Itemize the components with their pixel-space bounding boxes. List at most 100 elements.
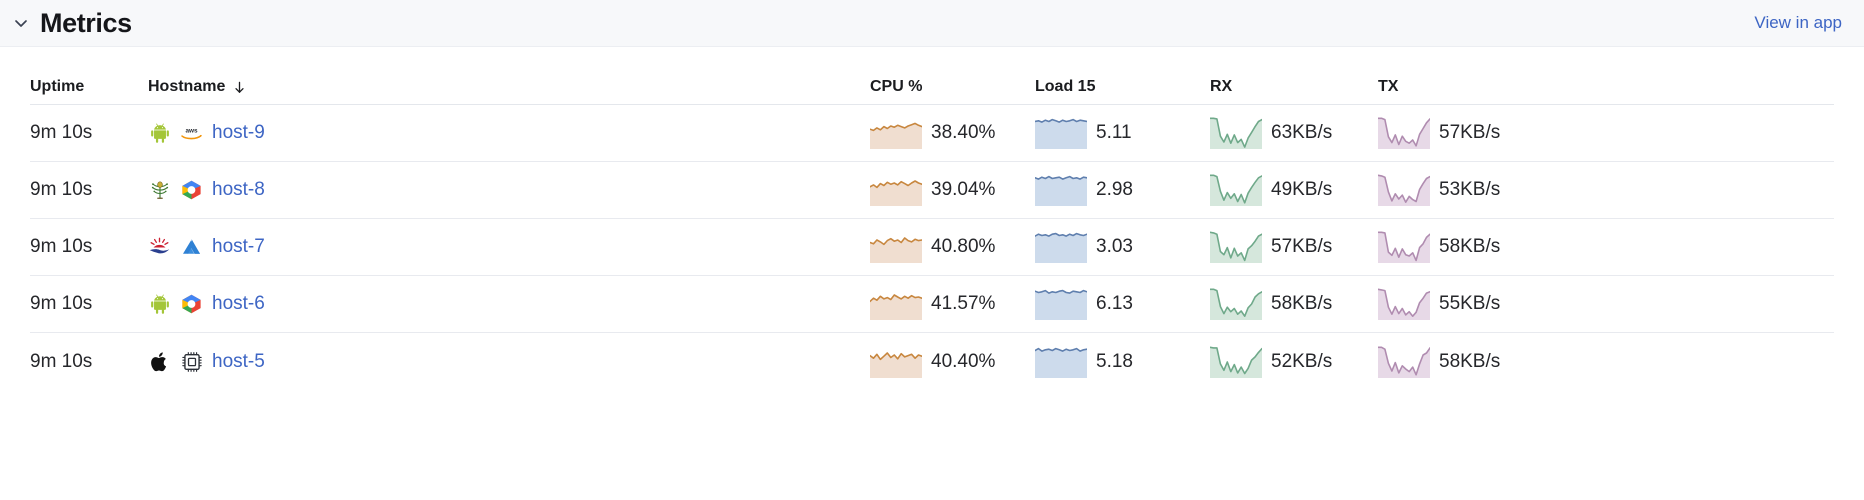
cell-load15: 2.98 (1035, 174, 1210, 206)
cell-load15-metric: 3.03 (1035, 231, 1133, 263)
cell-cpu-metric: 40.40% (870, 346, 995, 378)
cell-cpu-metric: 39.04% (870, 174, 995, 206)
android-icon (148, 293, 171, 316)
arrow-down-icon (232, 80, 247, 95)
column-header-cpu[interactable]: CPU % (870, 78, 1035, 96)
table-header-row: Uptime Hostname CPU % Load 15 RX TX (30, 47, 1834, 105)
cell-cpu-sparkline (870, 346, 922, 378)
cell-hostname: host-8 (148, 179, 870, 202)
cell-hostname: host-5 (148, 350, 870, 373)
cell-cpu-metric: 38.40% (870, 117, 995, 149)
cell-cpu: 41.57% (870, 288, 1035, 320)
host-cell: host-6 (148, 293, 265, 316)
cell-cpu-value: 39.04% (931, 179, 996, 200)
column-header-hostname[interactable]: Hostname (148, 78, 870, 96)
uptime-value: 9m 10s (30, 350, 93, 372)
cell-tx-value: 57KB/s (1439, 122, 1501, 143)
cell-rx-sparkline (1210, 346, 1262, 378)
column-header-rx[interactable]: RX (1210, 78, 1378, 96)
view-in-app-link[interactable]: View in app (1754, 13, 1842, 33)
android-icon (148, 122, 171, 145)
cell-cpu-metric: 40.80% (870, 231, 995, 263)
cell-tx: 58KB/s (1378, 346, 1546, 378)
host-cell: aws host-9 (148, 122, 265, 145)
cell-cpu-value: 38.40% (931, 122, 996, 143)
cell-tx-metric: 55KB/s (1378, 288, 1500, 320)
cell-cpu-value: 40.80% (931, 236, 996, 257)
cell-tx-metric: 58KB/s (1378, 346, 1500, 378)
cell-rx-sparkline (1210, 288, 1262, 320)
cell-hostname: host-7 (148, 236, 870, 259)
column-header-uptime[interactable]: Uptime (30, 78, 148, 96)
cell-tx-value: 58KB/s (1439, 236, 1501, 257)
table-row[interactable]: 9m 10s host-7 40.80% 3.03 57KB/s 58KB/s (30, 219, 1834, 276)
hostname-link[interactable]: host-7 (212, 236, 265, 258)
hostname-link[interactable]: host-6 (212, 293, 265, 315)
freebsd-daemon-icon (148, 179, 171, 202)
cell-cpu-metric: 41.57% (870, 288, 995, 320)
column-header-load15[interactable]: Load 15 (1035, 78, 1210, 96)
cell-tx-value: 55KB/s (1439, 293, 1501, 314)
cell-tx-value: 53KB/s (1439, 179, 1501, 200)
cell-rx-value: 58KB/s (1271, 293, 1333, 314)
cell-tx: 58KB/s (1378, 231, 1546, 263)
uptime-value: 9m 10s (30, 236, 93, 257)
cell-rx: 52KB/s (1210, 346, 1378, 378)
cell-rx-metric: 49KB/s (1210, 174, 1332, 206)
cell-uptime: 9m 10s (30, 351, 148, 373)
cell-load15-sparkline (1035, 231, 1087, 263)
cell-rx: 63KB/s (1210, 117, 1378, 149)
cell-rx-sparkline (1210, 117, 1262, 149)
page-title: Metrics (40, 7, 132, 38)
cell-tx-sparkline (1378, 117, 1430, 149)
cell-cpu-sparkline (870, 288, 922, 320)
hostname-link[interactable]: host-5 (212, 351, 265, 373)
cell-load15-metric: 6.13 (1035, 288, 1133, 320)
azure-icon (180, 236, 203, 259)
svg-text:aws: aws (185, 127, 198, 134)
cell-load15-value: 5.18 (1096, 350, 1133, 372)
cell-load15: 5.11 (1035, 117, 1210, 149)
host-cell: host-5 (148, 350, 265, 373)
cell-rx: 49KB/s (1210, 174, 1378, 206)
cell-cpu-sparkline (870, 117, 922, 149)
column-header-tx[interactable]: TX (1378, 78, 1546, 96)
cell-rx-value: 49KB/s (1271, 179, 1333, 200)
google-cloud-icon (180, 179, 203, 202)
cell-rx-metric: 57KB/s (1210, 231, 1332, 263)
cell-load15-value: 3.03 (1096, 236, 1133, 257)
cell-tx: 55KB/s (1378, 288, 1546, 320)
table-row[interactable]: 9m 10s host-5 40.40% 5.18 52KB/s 58KB/s (30, 333, 1834, 390)
cell-tx-value: 58KB/s (1439, 350, 1501, 372)
table-row[interactable]: 9m 10s (30, 162, 1834, 219)
panel-header: Metrics View in app (0, 0, 1864, 47)
cell-tx-sparkline (1378, 231, 1430, 263)
cell-cpu-sparkline (870, 174, 922, 206)
cell-tx-sparkline (1378, 346, 1430, 378)
cell-load15-sparkline (1035, 346, 1087, 378)
cell-rx-metric: 52KB/s (1210, 346, 1332, 378)
metrics-panel: Metrics View in app Uptime Hostname CPU … (0, 0, 1864, 500)
chevron-down-icon[interactable] (10, 12, 32, 34)
table-row[interactable]: 9m 10s aws host-9 38.40% 5.11 63KB/s 57K… (30, 105, 1834, 162)
uptime-value: 9m 10s (30, 122, 93, 143)
cell-rx: 57KB/s (1210, 231, 1378, 263)
cell-load15-value: 6.13 (1096, 293, 1133, 314)
cell-load15: 3.03 (1035, 231, 1210, 263)
hostname-link[interactable]: host-8 (212, 179, 265, 201)
metrics-table: Uptime Hostname CPU % Load 15 RX TX 9m 1… (0, 47, 1864, 390)
cell-rx-sparkline (1210, 174, 1262, 206)
cell-tx-metric: 57KB/s (1378, 117, 1500, 149)
host-cell: host-7 (148, 236, 265, 259)
cell-rx: 58KB/s (1210, 288, 1378, 320)
table-body: 9m 10s aws host-9 38.40% 5.11 63KB/s 57K… (30, 105, 1834, 390)
cell-load15-value: 2.98 (1096, 179, 1133, 200)
cell-rx-value: 52KB/s (1271, 350, 1333, 372)
cell-rx-value: 57KB/s (1271, 236, 1333, 257)
cell-tx: 53KB/s (1378, 174, 1546, 206)
table-row[interactable]: 9m 10s (30, 276, 1834, 333)
cell-cpu: 40.80% (870, 231, 1035, 263)
cell-tx: 57KB/s (1378, 117, 1546, 149)
cell-cpu: 38.40% (870, 117, 1035, 149)
hostname-link[interactable]: host-9 (212, 122, 265, 144)
